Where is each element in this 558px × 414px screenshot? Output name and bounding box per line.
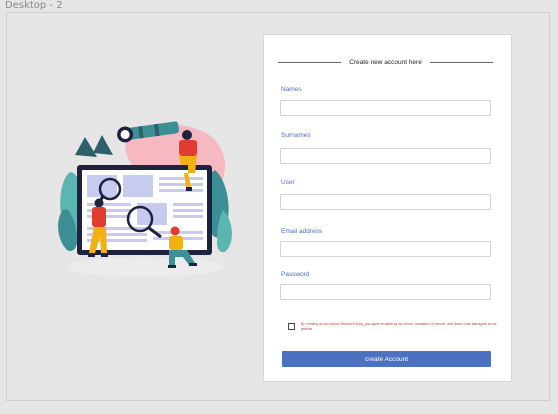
terms-checkbox[interactable]: [288, 323, 295, 330]
names-input[interactable]: [280, 100, 491, 116]
email-label: Email address: [281, 228, 323, 235]
frame-label: Desktop - 2: [5, 0, 63, 11]
terms-text: By creating an account at Research Easy,…: [301, 322, 497, 331]
form-title: Create new account here: [349, 58, 422, 66]
card-header: Create new account here: [278, 55, 494, 69]
terms-row: By creating an account at Research Easy,…: [288, 322, 502, 331]
names-label: Names: [281, 86, 302, 93]
password-label: Password: [281, 271, 310, 278]
surnames-label: Surnames: [281, 132, 311, 139]
user-label: User: [281, 179, 295, 186]
email-input[interactable]: [280, 241, 491, 257]
divider-right: [429, 61, 494, 63]
user-input[interactable]: [280, 194, 491, 210]
register-card: Create new account here Names Surnames U…: [263, 34, 512, 382]
password-input[interactable]: [280, 284, 491, 300]
divider-left: [278, 61, 342, 63]
create-account-button[interactable]: create Account: [282, 351, 491, 367]
surnames-input[interactable]: [280, 148, 491, 164]
research-team-illustration-icon: [58, 121, 232, 277]
research-illustration: [55, 115, 235, 280]
